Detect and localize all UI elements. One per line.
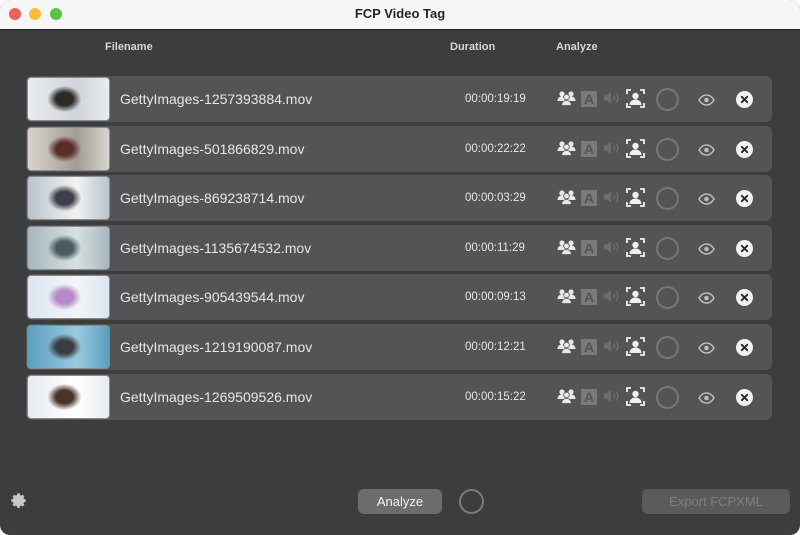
speaker-icon[interactable] — [603, 189, 621, 210]
text-detection-icon[interactable]: A — [581, 239, 597, 256]
eye-icon[interactable] — [698, 291, 715, 309]
file-duration: 00:00:12:21 — [465, 341, 526, 353]
file-name: GettyImages-1135674532.mov — [120, 239, 312, 256]
progress-ring-icon — [656, 336, 679, 359]
progress-ring-icon — [656, 286, 679, 310]
file-row[interactable]: GettyImages-1135674532.mov 00:00:11:29 A — [26, 224, 772, 271]
people-group-icon[interactable] — [557, 140, 576, 161]
close-circle-icon[interactable] — [736, 190, 753, 208]
column-header-analyze: Analyze — [556, 41, 598, 53]
file-row[interactable]: GettyImages-905439544.mov 00:00:09:13 A — [26, 274, 772, 321]
close-circle-icon[interactable] — [736, 289, 753, 307]
speaker-icon[interactable] — [603, 338, 621, 359]
progress-ring-icon — [656, 187, 679, 211]
text-detection-icon[interactable]: A — [581, 388, 597, 405]
file-duration: 00:00:11:29 — [465, 241, 525, 254]
eye-icon[interactable] — [698, 93, 715, 111]
eye-icon[interactable] — [698, 143, 715, 161]
speaker-icon[interactable] — [603, 288, 621, 309]
text-detection-icon[interactable]: A — [581, 91, 597, 107]
close-circle-icon[interactable] — [736, 339, 753, 356]
file-row[interactable]: GettyImages-869238714.mov 00:00:03:29 A — [26, 175, 772, 222]
people-group-icon[interactable] — [557, 288, 576, 309]
progress-ring-icon — [656, 385, 679, 409]
face-detection-icon[interactable] — [626, 237, 645, 262]
file-name: GettyImages-1269509526.mov — [120, 388, 313, 405]
text-detection-icon[interactable]: A — [581, 339, 597, 355]
file-duration: 00:00:09:13 — [465, 291, 526, 304]
file-duration: 00:00:15:22 — [465, 390, 526, 403]
gear-icon[interactable] — [10, 492, 28, 515]
analyze-button[interactable]: Analyze — [358, 489, 442, 514]
progress-ring-icon — [656, 137, 679, 161]
video-thumbnail — [27, 325, 110, 369]
video-thumbnail — [27, 275, 110, 320]
close-circle-icon[interactable] — [736, 91, 753, 108]
file-duration: 00:00:03:29 — [465, 192, 526, 205]
video-thumbnail — [27, 77, 110, 121]
video-thumbnail — [27, 176, 110, 221]
face-detection-icon[interactable] — [626, 386, 645, 411]
file-row[interactable]: GettyImages-1219190087.mov 00:00:12:21 A — [26, 324, 772, 370]
text-detection-icon[interactable]: A — [581, 289, 597, 306]
people-group-icon[interactable] — [557, 189, 576, 210]
file-name: GettyImages-1257393884.mov — [120, 91, 313, 107]
people-group-icon[interactable] — [557, 388, 576, 409]
speaker-icon[interactable] — [603, 388, 621, 409]
file-row[interactable]: GettyImages-501866829.mov 00:00:22:22 A — [26, 125, 772, 172]
speaker-icon[interactable] — [603, 140, 621, 161]
file-name: GettyImages-869238714.mov — [120, 190, 305, 207]
people-group-icon[interactable] — [557, 239, 576, 260]
video-thumbnail — [27, 225, 110, 270]
text-detection-icon[interactable]: A — [581, 190, 597, 207]
eye-icon[interactable] — [698, 242, 715, 260]
column-header-filename: Filename — [105, 41, 153, 53]
eye-icon[interactable] — [698, 341, 715, 359]
window-title: FCP Video Tag — [354, 6, 446, 21]
title-bar: FCP Video Tag — [0, 0, 800, 30]
speaker-icon[interactable] — [603, 239, 621, 260]
eye-icon[interactable] — [698, 192, 715, 210]
file-row[interactable]: GettyImages-1269509526.mov 00:00:15:22 A — [26, 373, 772, 420]
face-detection-icon[interactable] — [626, 89, 645, 113]
face-detection-icon[interactable] — [626, 188, 645, 212]
face-detection-icon[interactable] — [626, 337, 645, 361]
face-detection-icon[interactable] — [626, 287, 645, 311]
column-header-duration: Duration — [450, 41, 496, 53]
app-window: FCP Video Tag Filename Duration Analyze … — [0, 0, 800, 535]
progress-ring-icon — [459, 489, 484, 514]
progress-ring-icon — [656, 88, 679, 111]
file-name: GettyImages-501866829.mov — [120, 140, 305, 157]
close-circle-icon[interactable] — [736, 239, 753, 257]
file-duration: 00:00:22:22 — [465, 142, 526, 155]
people-group-icon[interactable] — [557, 90, 576, 111]
video-thumbnail — [27, 374, 110, 419]
video-thumbnail — [27, 126, 110, 171]
close-circle-icon[interactable] — [736, 140, 753, 158]
people-group-icon[interactable] — [557, 338, 576, 359]
file-name: GettyImages-905439544.mov — [120, 289, 305, 306]
close-circle-icon[interactable] — [736, 388, 753, 406]
face-detection-icon[interactable] — [626, 138, 645, 163]
progress-ring-icon — [656, 236, 679, 260]
speaker-icon[interactable] — [603, 90, 621, 111]
file-name: GettyImages-1219190087.mov — [120, 339, 313, 355]
text-detection-icon[interactable]: A — [581, 140, 597, 157]
export-fcpxml-button[interactable]: Export FCPXML — [642, 489, 790, 514]
file-duration: 00:00:19:19 — [465, 93, 526, 105]
eye-icon[interactable] — [698, 391, 715, 409]
file-row[interactable]: GettyImages-1257393884.mov 00:00:19:19 A — [26, 76, 772, 122]
